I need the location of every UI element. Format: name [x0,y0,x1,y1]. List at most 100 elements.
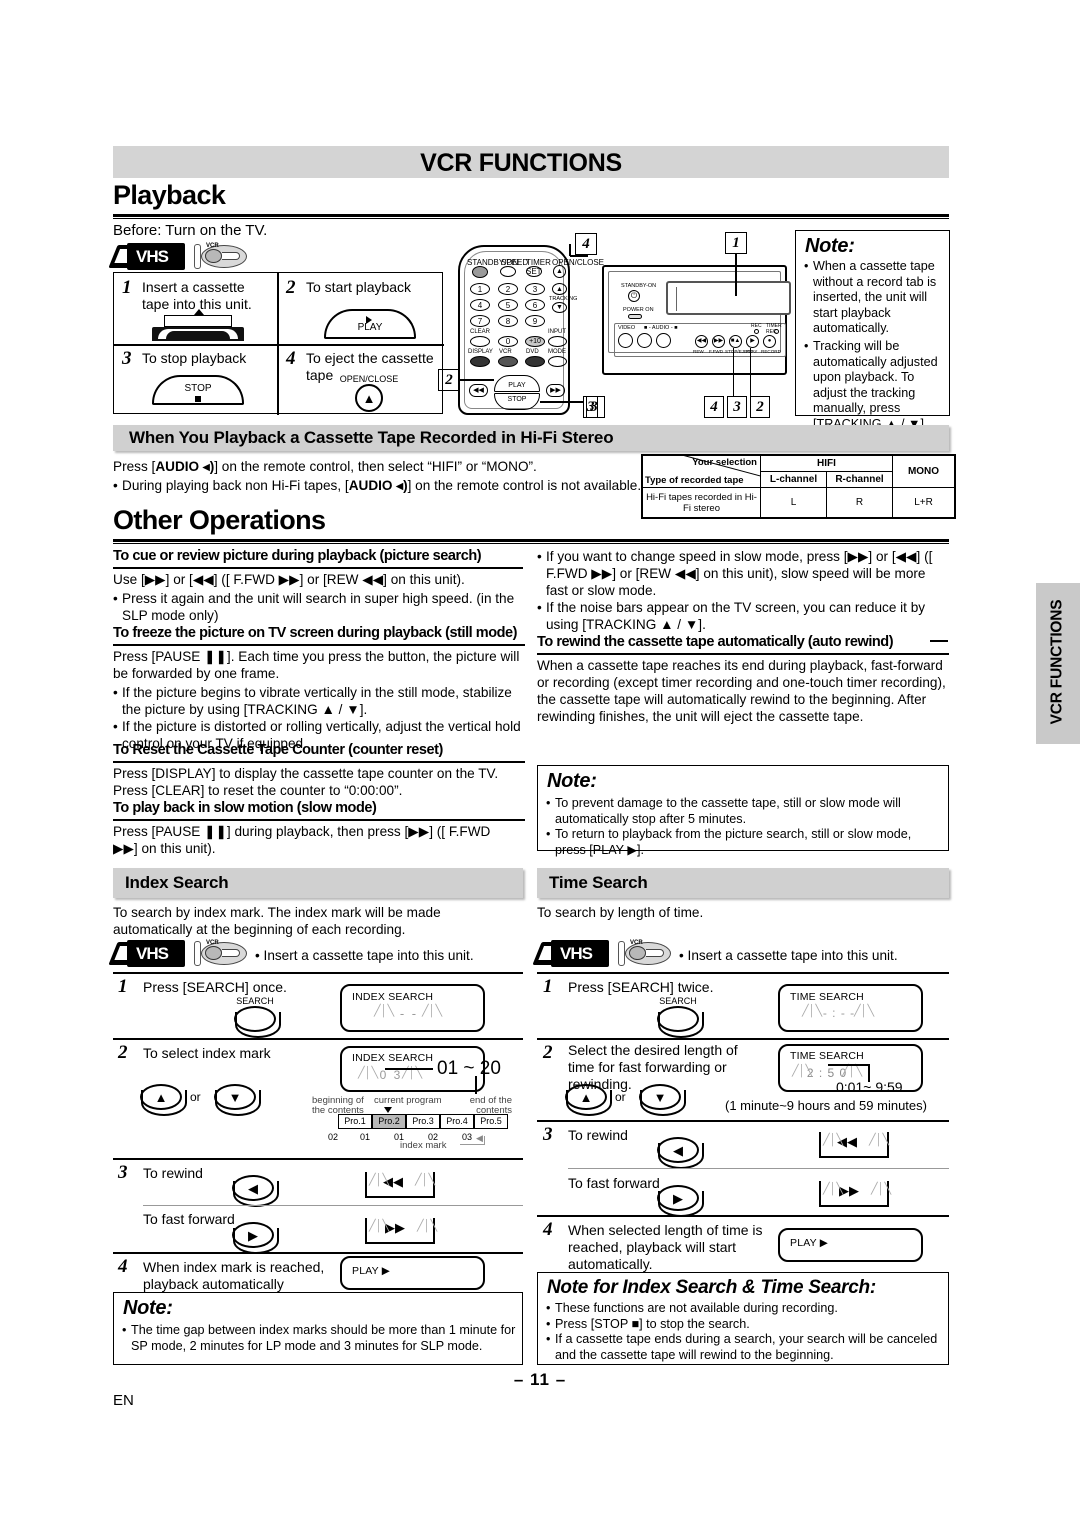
rec-indicator [754,329,759,334]
diagram-current-arrow-icon [384,1107,392,1113]
key-4[interactable]: 4 [470,299,490,311]
speed-key[interactable] [500,266,516,277]
hifi-line1-suffix: ] on the remote control, then select “HI… [214,459,537,474]
tracking-down-key[interactable]: ▼ [552,302,567,313]
record-button[interactable]: ● [763,335,776,348]
down-button-illustration[interactable]: ▼ [639,1084,686,1116]
bullet: If the picture begins to vibrate vertica… [113,684,525,718]
key-2[interactable]: 2 [498,283,518,295]
key-9[interactable]: 9 [525,315,545,327]
bullet: If the noise bars appear on the TV scree… [537,599,949,633]
key-8[interactable]: 8 [498,315,518,327]
step-number: 4 [118,1256,128,1277]
timer-rec-indicator [774,329,779,334]
down-arrow-icon: ▼ [228,1090,242,1105]
hifi-table: Your selection Type of recorded tape HIF… [641,454,956,519]
clear-key[interactable] [470,336,490,347]
display-key[interactable] [470,356,490,367]
rewind-button-illustration[interactable]: ◀ [657,1137,704,1169]
index-step-2-text: To select index mark [143,1045,271,1061]
index-range: 01 ~ 20 [437,1058,501,1079]
vcr-tag-icon: VCR [194,940,250,968]
standby-on-button[interactable]: ⏻ [628,290,640,302]
tracking-up-key[interactable]: ▲ [552,283,567,295]
vcr-key[interactable] [498,356,518,367]
note-title: Note for Index Search & Time Search: [547,1277,876,1298]
stop-eject-button[interactable]: ■▲ [729,335,742,348]
mode-key[interactable] [548,356,567,367]
diagram-left-label: beginning of the contents [312,1095,364,1116]
page-number: – 11 – [513,1370,567,1389]
key-7[interactable]: 7 [470,315,490,327]
dvd-key[interactable] [525,356,545,367]
key-5[interactable]: 5 [498,299,518,311]
callout-unit-left-edge: 3 [586,396,598,418]
callout-remote-eject: 4 [575,233,597,255]
fastforward-button-illustration[interactable]: ▶ [232,1222,279,1254]
remote-ffwd-key[interactable]: ▶▶ [546,384,565,397]
display-title: INDEX SEARCH [352,1052,434,1064]
display-title: PLAY ▶ [790,1237,829,1249]
or-label: or [190,1090,201,1104]
hifi-header: HIFI [760,455,893,472]
key-0[interactable]: 0 [498,336,518,347]
audio-r-jack [656,333,671,348]
index-search-heading: Index Search [125,873,229,892]
tape-slot[interactable] [666,281,791,315]
step-1-text: Insert a cassette tape into this unit. [142,279,252,312]
timer-set-key[interactable] [526,266,542,277]
side-tab-label: VCR FUNCTIONS [1048,599,1066,725]
program-cell: Pro.3 [406,1114,440,1129]
rewind-arrow-icon: ◀ [248,1181,258,1196]
heading-still-mode: To freeze the picture on TV screen durin… [113,625,518,641]
step-number: 2 [543,1042,553,1063]
mark-value: 02 [328,1132,339,1142]
hifi-corner-bottom: Type of recorded tape [645,475,744,486]
rewind-button-illustration[interactable]: ◀ [232,1175,279,1207]
callout-unit-stop: 3 [727,396,747,418]
note-playback: Note: When a cassette tape without a rec… [795,230,950,447]
standby-key[interactable] [472,266,488,278]
up-button-illustration[interactable]: ▲ [140,1084,187,1116]
play-button-illustration[interactable]: PLAY [324,309,416,339]
unit-play-button[interactable]: ▶ [746,335,759,348]
down-button-illustration[interactable]: ▼ [214,1084,261,1116]
key-1[interactable]: 1 [470,283,490,295]
callout-unit-stopeject: 4 [704,396,724,418]
stop-button-label: STOP [184,383,212,394]
input-key[interactable] [548,336,567,347]
l-channel-header: L-channel [760,471,827,488]
callout-unit-slot: 1 [725,232,747,254]
note-item: To prevent damage to the cassette tape, … [546,796,944,827]
heading-slow-mode: To play back in slow motion (slow mode) [113,800,377,816]
key-plus10[interactable]: +10 [525,336,545,347]
bullet: If you want to change speed in slow mode… [537,548,949,599]
stop-button-illustration[interactable]: STOP [152,375,244,405]
cassette-reel [166,331,230,339]
open-close-key[interactable]: ▲ [553,265,566,278]
other-operations-title: Other Operations [113,505,326,535]
remote-play-key[interactable]: PLAY [494,375,540,392]
eject-icon: ▲ [362,391,376,406]
language-code: EN [113,1392,134,1409]
fastforward-button-illustration[interactable]: ▶ [657,1185,704,1217]
ffwd-button[interactable]: ▶▶ [712,335,725,348]
hifi-row-r: R [826,487,893,518]
bullet: Press it again and the unit will search … [113,590,525,624]
eject-button-illustration[interactable]: ▲ [355,384,383,412]
key-3[interactable]: 3 [525,283,545,295]
key-6[interactable]: 6 [525,299,545,311]
note-index-time-search: Note for Index Search & Time Search: The… [537,1272,949,1365]
up-button-illustration[interactable]: ▲ [565,1084,612,1116]
rewind-display: ◀◀ ╱│╲ ╱│╲ [365,1172,435,1198]
or-label: or [615,1090,626,1104]
index-insert-note: • Insert a cassette tape into this unit. [255,948,474,963]
hifi-line2-prefix: During playing back non Hi-Fi tapes, [ [122,478,349,493]
rew-button[interactable]: ◀◀ [695,335,708,348]
remote-rew-key[interactable]: ◀◀ [469,384,488,397]
search-button-illustration[interactable] [234,1006,281,1038]
time-step-3-text: To rewind [568,1127,628,1143]
note-item: The time gap between index marks should … [122,1323,518,1354]
search-button-illustration[interactable] [657,1006,704,1038]
title-rule [113,214,949,219]
